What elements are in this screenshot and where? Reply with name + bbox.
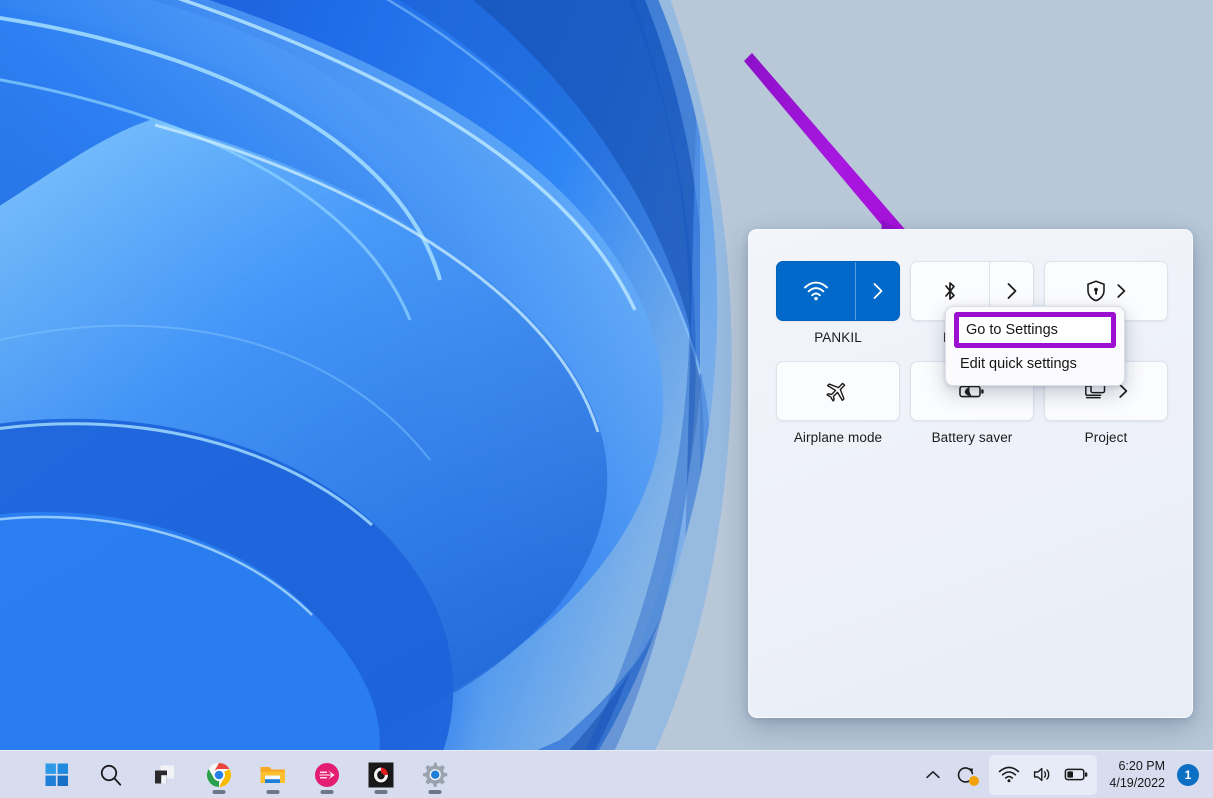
desktop: PANKIL Bluetooth xyxy=(0,0,1213,798)
shield-lock-icon xyxy=(1087,280,1105,302)
taskbar-running-indicator xyxy=(320,790,334,794)
menu-item-go-to-settings[interactable]: Go to Settings xyxy=(954,312,1116,348)
taskbar-running-indicator xyxy=(374,790,388,794)
wifi-expand-button[interactable] xyxy=(855,262,899,320)
settings-gear-icon xyxy=(422,762,447,787)
chevron-up-icon xyxy=(926,770,941,778)
bluetooth-icon xyxy=(945,282,955,300)
taskbar-button-chrome[interactable] xyxy=(198,755,240,795)
chevron-right-icon xyxy=(1119,384,1128,399)
tile-label-wifi: PANKIL xyxy=(814,330,862,345)
tray-clock[interactable]: 6:20 PM 4/19/2022 xyxy=(1103,758,1175,791)
taskbar-button-task-view[interactable] xyxy=(144,755,186,795)
taskbar-running-indicator xyxy=(212,790,226,794)
taskbar[interactable]: 6:20 PM 4/19/2022 1 xyxy=(0,750,1213,798)
taskbar-button-search[interactable] xyxy=(90,755,132,795)
tile-cell-wifi: PANKIL xyxy=(776,261,900,346)
battery-icon xyxy=(1065,768,1088,781)
quick-tile-wifi[interactable] xyxy=(776,261,900,321)
quick-tile-airplane-mode[interactable] xyxy=(776,361,900,422)
tile-label-project: Project xyxy=(1084,430,1128,446)
taskbar-running-indicator xyxy=(428,790,442,794)
taskbar-running-indicator xyxy=(266,790,280,794)
menu-item-edit-quick-settings[interactable]: Edit quick settings xyxy=(946,348,1124,380)
taskbar-app-buttons xyxy=(36,755,456,795)
notification-badge[interactable]: 1 xyxy=(1177,763,1199,786)
dark-app-icon xyxy=(368,762,394,787)
wifi-toggle-button[interactable] xyxy=(777,262,855,320)
clock-date: 4/19/2022 xyxy=(1109,775,1165,790)
tray-battery-button[interactable] xyxy=(1061,755,1093,795)
wifi-icon xyxy=(804,281,828,301)
clock-time: 6:20 PM xyxy=(1118,759,1165,773)
quick-settings-panel[interactable]: PANKIL Bluetooth xyxy=(748,229,1193,777)
chrome-icon xyxy=(206,762,232,787)
chevron-right-icon xyxy=(1117,284,1126,298)
search-icon xyxy=(100,764,122,786)
airplane-icon xyxy=(826,382,846,402)
system-tray: 6:20 PM 4/19/2022 1 xyxy=(917,754,1213,795)
volume-icon xyxy=(1033,767,1050,782)
tile-cell-airplane-mode: Airplane mode xyxy=(776,361,900,446)
windows-start-icon xyxy=(45,763,68,786)
task-view-icon xyxy=(155,765,174,783)
tray-volume-button[interactable] xyxy=(1027,755,1059,795)
taskbar-button-file-explorer[interactable] xyxy=(252,755,294,795)
chevron-right-icon xyxy=(1007,283,1016,299)
tile-label-battery-saver: Battery saver xyxy=(931,430,1013,446)
filmora-icon xyxy=(315,762,339,787)
tray-overflow-button[interactable] xyxy=(917,755,949,795)
taskbar-button-start[interactable] xyxy=(36,755,78,795)
tile-label-airplane-mode: Airplane mode xyxy=(793,430,883,446)
taskbar-button-filmora[interactable] xyxy=(306,755,348,795)
file-explorer-icon xyxy=(260,766,285,783)
tray-status-group[interactable] xyxy=(989,754,1098,795)
update-pending-dot xyxy=(969,775,980,786)
wifi-icon xyxy=(999,766,1020,783)
tray-wifi-button[interactable] xyxy=(993,755,1025,795)
chevron-right-icon xyxy=(873,283,882,299)
taskbar-button-dark-app[interactable] xyxy=(360,755,402,795)
tray-windows-update-button[interactable] xyxy=(951,755,983,795)
taskbar-button-settings[interactable] xyxy=(414,755,456,795)
bluetooth-context-menu[interactable]: Go to Settings Edit quick settings xyxy=(945,306,1125,386)
